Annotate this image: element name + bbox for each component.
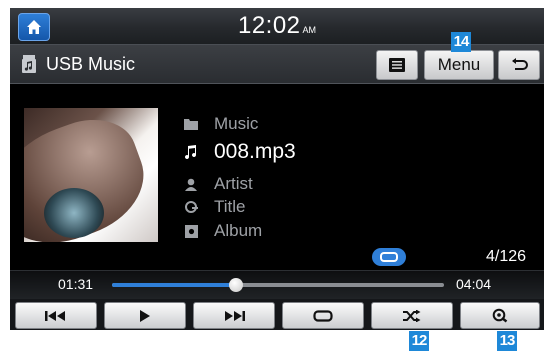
total-time: 04:04 (456, 276, 492, 292)
title-name: Title (214, 197, 246, 216)
media-screen: 12:02 AM USB Music Menu Music 008.mp3 Ar… (10, 8, 544, 330)
elapsed-time: 01:31 (58, 276, 94, 292)
play-button[interactable] (104, 302, 186, 329)
progress-area: 01:31 04:04 (10, 270, 544, 299)
list-button[interactable] (376, 50, 418, 80)
repeat-icon (313, 309, 333, 322)
title-row: Title (184, 197, 246, 217)
repeat-button[interactable] (282, 302, 364, 329)
artist-row: Artist (184, 174, 253, 194)
file-name: 008.mp3 (214, 140, 296, 163)
play-icon (140, 309, 150, 322)
menu-button[interactable]: Menu (424, 50, 494, 80)
track-count: 4/126 (486, 248, 527, 265)
shuffle-icon (403, 309, 421, 322)
progress-thumb[interactable] (228, 278, 243, 292)
back-button[interactable] (498, 50, 540, 80)
artist-icon (184, 177, 198, 191)
previous-track-button[interactable] (15, 302, 97, 329)
artist-name: Artist (214, 174, 253, 193)
progress-fill (112, 283, 236, 287)
title-icon (184, 200, 198, 214)
usb-music-icon (22, 55, 36, 73)
file-row: 008.mp3 (184, 140, 296, 164)
callout-marker-shuffle: 12 (409, 331, 429, 351)
scan-button[interactable] (460, 302, 540, 329)
folder-row: Music (184, 114, 258, 134)
folder-name: Music (214, 114, 259, 133)
callout-marker-scan: 13 (497, 331, 517, 351)
shuffle-button[interactable] (371, 302, 453, 329)
music-note-icon (184, 145, 198, 159)
scan-icon (492, 308, 508, 323)
album-name: Album (214, 221, 263, 240)
album-art (24, 108, 158, 242)
progress-slider[interactable] (112, 278, 444, 292)
album-icon (184, 224, 198, 238)
source-title: USB Music (46, 54, 136, 74)
callout-marker-menu: 14 (451, 32, 471, 52)
previous-track-icon (45, 310, 65, 321)
clock-ampm: AM (302, 25, 317, 35)
playback-controls (10, 299, 544, 330)
list-icon (389, 58, 405, 72)
album-row: Album (184, 221, 262, 241)
next-track-icon (225, 310, 245, 321)
back-icon (512, 58, 528, 70)
next-track-button[interactable] (193, 302, 275, 329)
folder-icon (184, 117, 198, 131)
clock-time: 12:02 (237, 12, 301, 39)
repeat-status-badge (372, 248, 406, 266)
repeat-icon (380, 252, 398, 262)
